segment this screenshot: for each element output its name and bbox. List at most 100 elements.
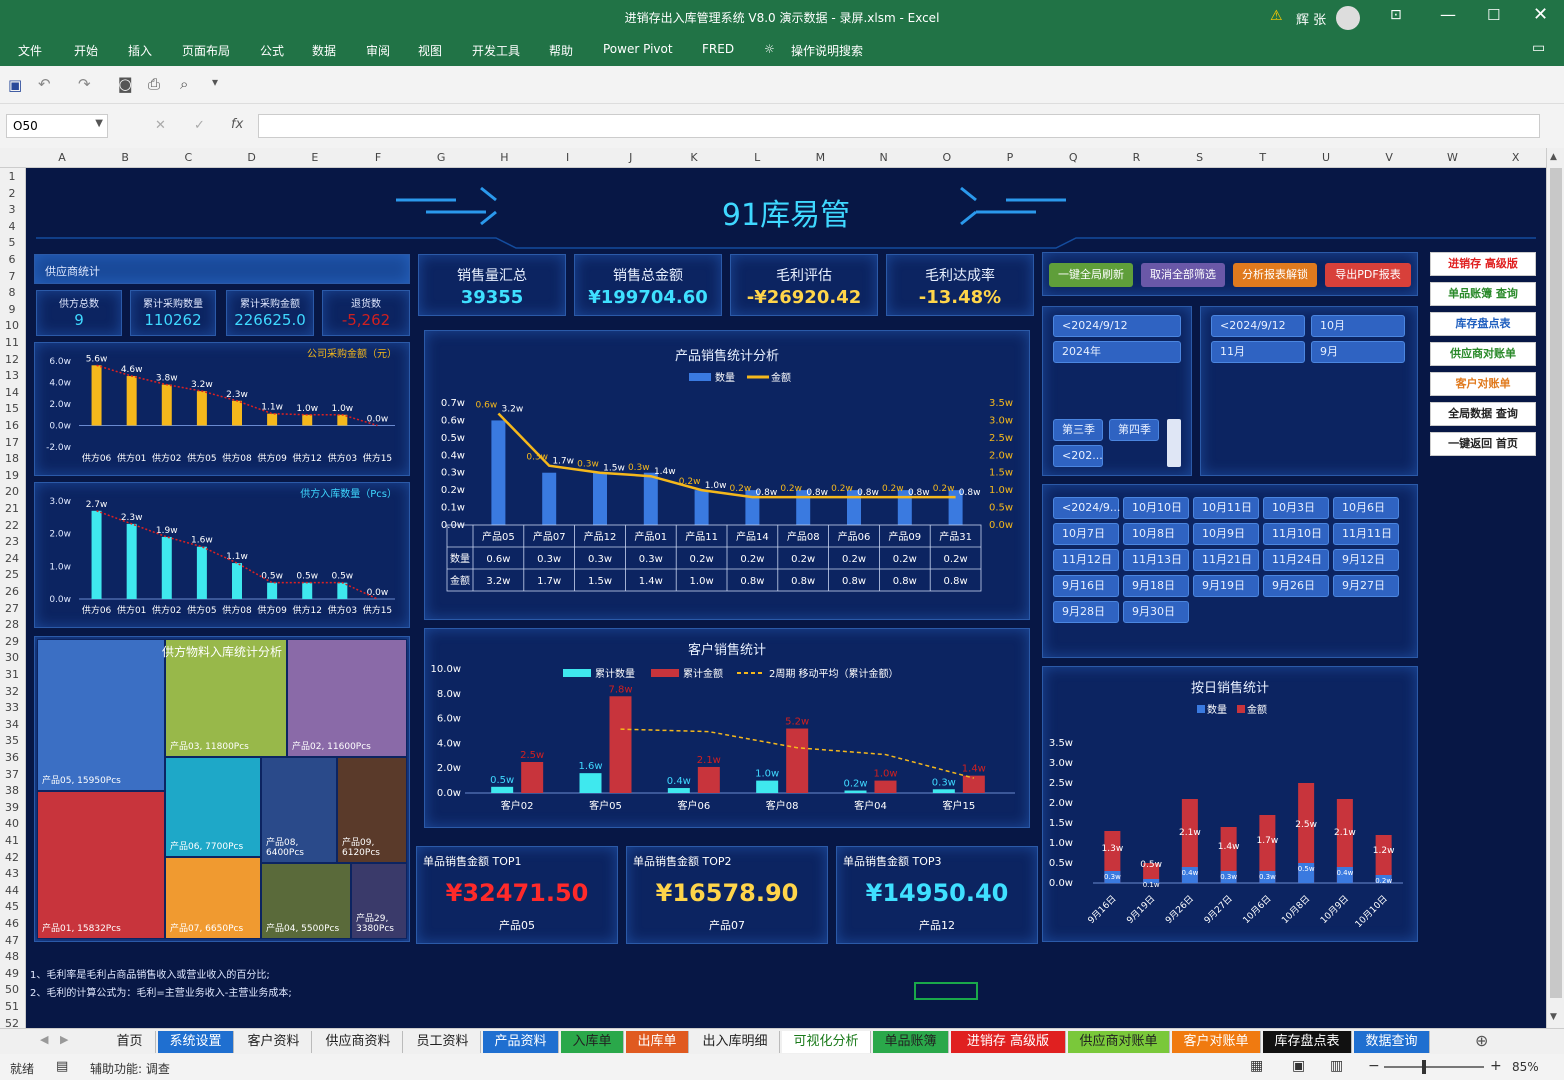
sheet-tab[interactable]: 出入库明细 xyxy=(691,1031,780,1053)
zoom-slider-thumb[interactable] xyxy=(1422,1060,1426,1074)
tab-help[interactable]: 帮助 xyxy=(549,42,573,59)
row-header[interactable]: 46 xyxy=(0,917,24,930)
column-header[interactable]: O xyxy=(937,151,957,164)
sheet-tab[interactable]: 供应商资料 xyxy=(314,1031,403,1053)
print-icon[interactable]: ⎙ xyxy=(148,75,160,93)
slicer-item[interactable]: 10月3日 xyxy=(1263,497,1329,519)
avatar[interactable] xyxy=(1336,6,1360,30)
column-header[interactable]: R xyxy=(1126,151,1146,164)
row-header[interactable]: 16 xyxy=(0,419,24,432)
tab-home[interactable]: 开始 xyxy=(74,42,98,59)
maximize-icon[interactable]: ☐ xyxy=(1487,6,1500,24)
confirm-entry-icon[interactable]: ✓ xyxy=(194,118,205,133)
scroll-thumb[interactable] xyxy=(1550,168,1562,998)
slicer-item[interactable]: 11月24日 xyxy=(1263,549,1329,571)
row-header[interactable]: 36 xyxy=(0,751,24,764)
sheet-tab[interactable]: 客户对账单 xyxy=(1172,1031,1261,1053)
row-header[interactable]: 11 xyxy=(0,336,24,349)
column-header[interactable]: B xyxy=(115,151,135,164)
column-header[interactable]: M xyxy=(810,151,830,164)
column-header[interactable]: S xyxy=(1190,151,1210,164)
slicer-item[interactable]: 10月11日 xyxy=(1193,497,1259,519)
nav-supplier-statement[interactable]: 供应商对账单 xyxy=(1430,342,1536,366)
slicer-item[interactable]: 9月 xyxy=(1311,341,1405,363)
slicer-item[interactable]: 第四季 xyxy=(1109,419,1159,441)
slicer-item[interactable]: 9月12日 xyxy=(1333,549,1399,571)
slicer-item[interactable]: 9月27日 xyxy=(1333,575,1399,597)
normal-view-icon[interactable]: ▦ xyxy=(1250,1058,1263,1074)
export-pdf-button[interactable]: 导出PDF报表 xyxy=(1325,263,1411,287)
column-header[interactable]: P xyxy=(1000,151,1020,164)
column-header[interactable]: C xyxy=(178,151,198,164)
row-header[interactable]: 27 xyxy=(0,602,24,615)
slicer-item[interactable]: 11月12日 xyxy=(1053,549,1119,571)
formula-input[interactable] xyxy=(258,114,1540,138)
sheet-tab[interactable]: 客户资料 xyxy=(236,1031,312,1053)
slicer-item[interactable]: 9月16日 xyxy=(1053,575,1119,597)
row-header[interactable]: 15 xyxy=(0,402,24,415)
row-header[interactable]: 40 xyxy=(0,817,24,830)
column-header[interactable]: F xyxy=(368,151,388,164)
tell-me-search[interactable]: 操作说明搜索 xyxy=(791,42,863,59)
tab-nav-right-icon[interactable]: ▶ xyxy=(60,1033,68,1046)
row-header[interactable]: 37 xyxy=(0,768,24,781)
tab-fred[interactable]: FRED xyxy=(702,42,734,56)
slicer-item[interactable]: 10月8日 xyxy=(1123,523,1189,545)
row-header[interactable]: 29 xyxy=(0,635,24,648)
slicer-item[interactable]: 第三季 xyxy=(1053,419,1103,441)
treemap-cell[interactable]: 产品06, 7700Pcs xyxy=(165,757,261,857)
zoom-level[interactable]: 85% xyxy=(1512,1060,1539,1074)
slicer-item[interactable]: <2024/9... xyxy=(1053,497,1120,519)
slicer-item[interactable]: 9月19日 xyxy=(1193,575,1259,597)
row-header[interactable]: 41 xyxy=(0,834,24,847)
slicer-item[interactable]: 9月30日 xyxy=(1123,601,1189,623)
sheet-tab[interactable]: 数据查询 xyxy=(1354,1031,1430,1053)
tab-developer[interactable]: 开发工具 xyxy=(472,42,520,59)
column-header[interactable]: K xyxy=(684,151,704,164)
slicer-item[interactable]: 11月10日 xyxy=(1263,523,1329,545)
accessibility-status[interactable]: 辅助功能: 调查 xyxy=(90,1060,170,1077)
save-icon[interactable]: ▣ xyxy=(8,76,22,94)
row-header[interactable]: 48 xyxy=(0,950,24,963)
sheet-tab[interactable]: 系统设置 xyxy=(158,1031,234,1053)
vertical-scrollbar[interactable]: ▲ ▼ xyxy=(1546,148,1564,1028)
selected-cell[interactable] xyxy=(914,982,978,1000)
tab-review[interactable]: 审阅 xyxy=(366,42,390,59)
zoom-slider[interactable] xyxy=(1384,1060,1484,1074)
zoom-in-icon[interactable]: + xyxy=(1490,1058,1502,1074)
ribbon-display-icon[interactable]: ⊡ xyxy=(1390,7,1402,23)
row-header[interactable]: 25 xyxy=(0,568,24,581)
row-header[interactable]: 10 xyxy=(0,319,24,332)
row-header[interactable]: 35 xyxy=(0,734,24,747)
column-header[interactable]: W xyxy=(1442,151,1462,164)
minimize-icon[interactable]: — xyxy=(1440,5,1456,24)
slicer-item[interactable]: 9月18日 xyxy=(1123,575,1189,597)
comments-icon[interactable]: ▭ xyxy=(1532,40,1545,56)
clear-filters-button[interactable]: 取消全部筛选 xyxy=(1141,263,1225,287)
treemap-cell[interactable]: 产品05, 15950Pcs xyxy=(37,639,165,791)
row-header[interactable]: 49 xyxy=(0,967,24,980)
row-header[interactable]: 19 xyxy=(0,469,24,482)
row-header[interactable]: 7 xyxy=(0,270,24,283)
row-header[interactable]: 4 xyxy=(0,220,24,233)
row-header[interactable]: 38 xyxy=(0,784,24,797)
row-header[interactable]: 26 xyxy=(0,585,24,598)
column-header[interactable]: N xyxy=(874,151,894,164)
row-header[interactable]: 17 xyxy=(0,436,24,449)
sheet-tab[interactable]: 供应商对账单 xyxy=(1068,1031,1170,1053)
column-header[interactable]: H xyxy=(494,151,514,164)
sheet-tab[interactable]: 库存盘点表 xyxy=(1263,1031,1352,1053)
slicer-item[interactable]: 11月11日 xyxy=(1333,523,1399,545)
insert-function-icon[interactable]: fx xyxy=(231,117,243,132)
tab-formulas[interactable]: 公式 xyxy=(260,42,284,59)
camera-icon[interactable]: ◙ xyxy=(118,75,133,93)
row-header[interactable]: 5 xyxy=(0,236,24,249)
row-header[interactable]: 32 xyxy=(0,685,24,698)
tab-power-pivot[interactable]: Power Pivot xyxy=(603,42,673,56)
tab-file[interactable]: 文件 xyxy=(18,42,42,59)
row-header[interactable]: 12 xyxy=(0,353,24,366)
row-header[interactable]: 44 xyxy=(0,884,24,897)
treemap-cell[interactable]: 产品07, 6650Pcs xyxy=(165,857,261,939)
row-header[interactable]: 1 xyxy=(0,170,24,183)
row-header[interactable]: 31 xyxy=(0,668,24,681)
